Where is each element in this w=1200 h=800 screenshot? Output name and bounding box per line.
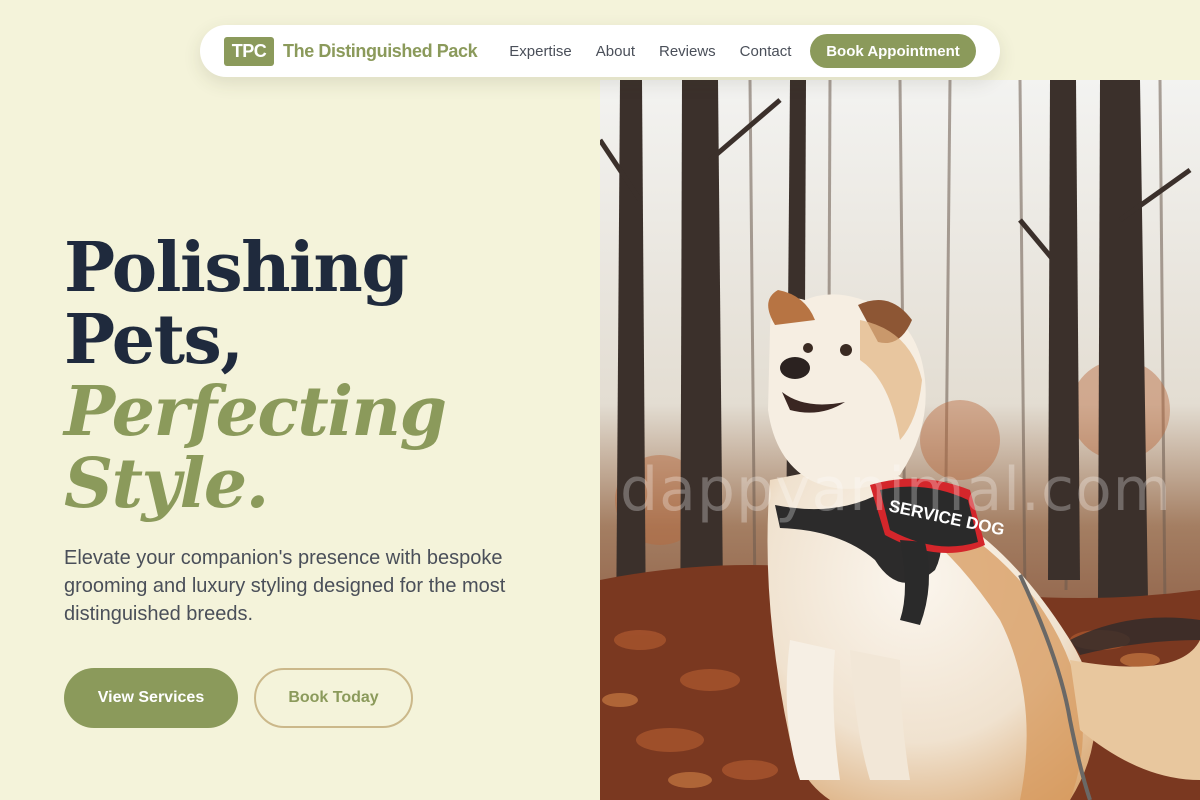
logo-badge: TPC <box>224 36 274 66</box>
nav-link-contact[interactable]: Contact <box>740 43 792 60</box>
hero-title-line-1: Polishing <box>64 228 409 308</box>
hero-title-line-3: Perfecting <box>64 372 447 452</box>
book-today-button[interactable]: Book Today <box>254 668 413 728</box>
top-navigation: TPC The Distinguished Pack Expertise Abo… <box>200 25 1000 77</box>
dog-illustration: SERVICE DOG <box>600 80 1200 800</box>
hero-dog-photo: SERVICE DOG <box>600 80 1200 800</box>
nav-link-reviews[interactable]: Reviews <box>659 43 716 60</box>
nav-links: Expertise About Reviews Contact <box>509 43 791 60</box>
nav-link-about[interactable]: About <box>596 43 635 60</box>
hero-title-line-4: Style. <box>64 444 269 524</box>
hero-title: Polishing Pets, Perfecting Style. <box>64 228 447 524</box>
nav-link-expertise[interactable]: Expertise <box>509 43 572 60</box>
view-services-button[interactable]: View Services <box>64 668 238 728</box>
hero-subtitle: Elevate your companion's presence with b… <box>64 547 506 625</box>
hero-title-line-2: Pets, <box>64 300 244 380</box>
book-appointment-button[interactable]: Book Appointment <box>810 34 976 68</box>
brand-name: The Distinguished Pack <box>283 40 478 61</box>
brand-logo[interactable]: TPC The Distinguished Pack <box>224 36 478 66</box>
